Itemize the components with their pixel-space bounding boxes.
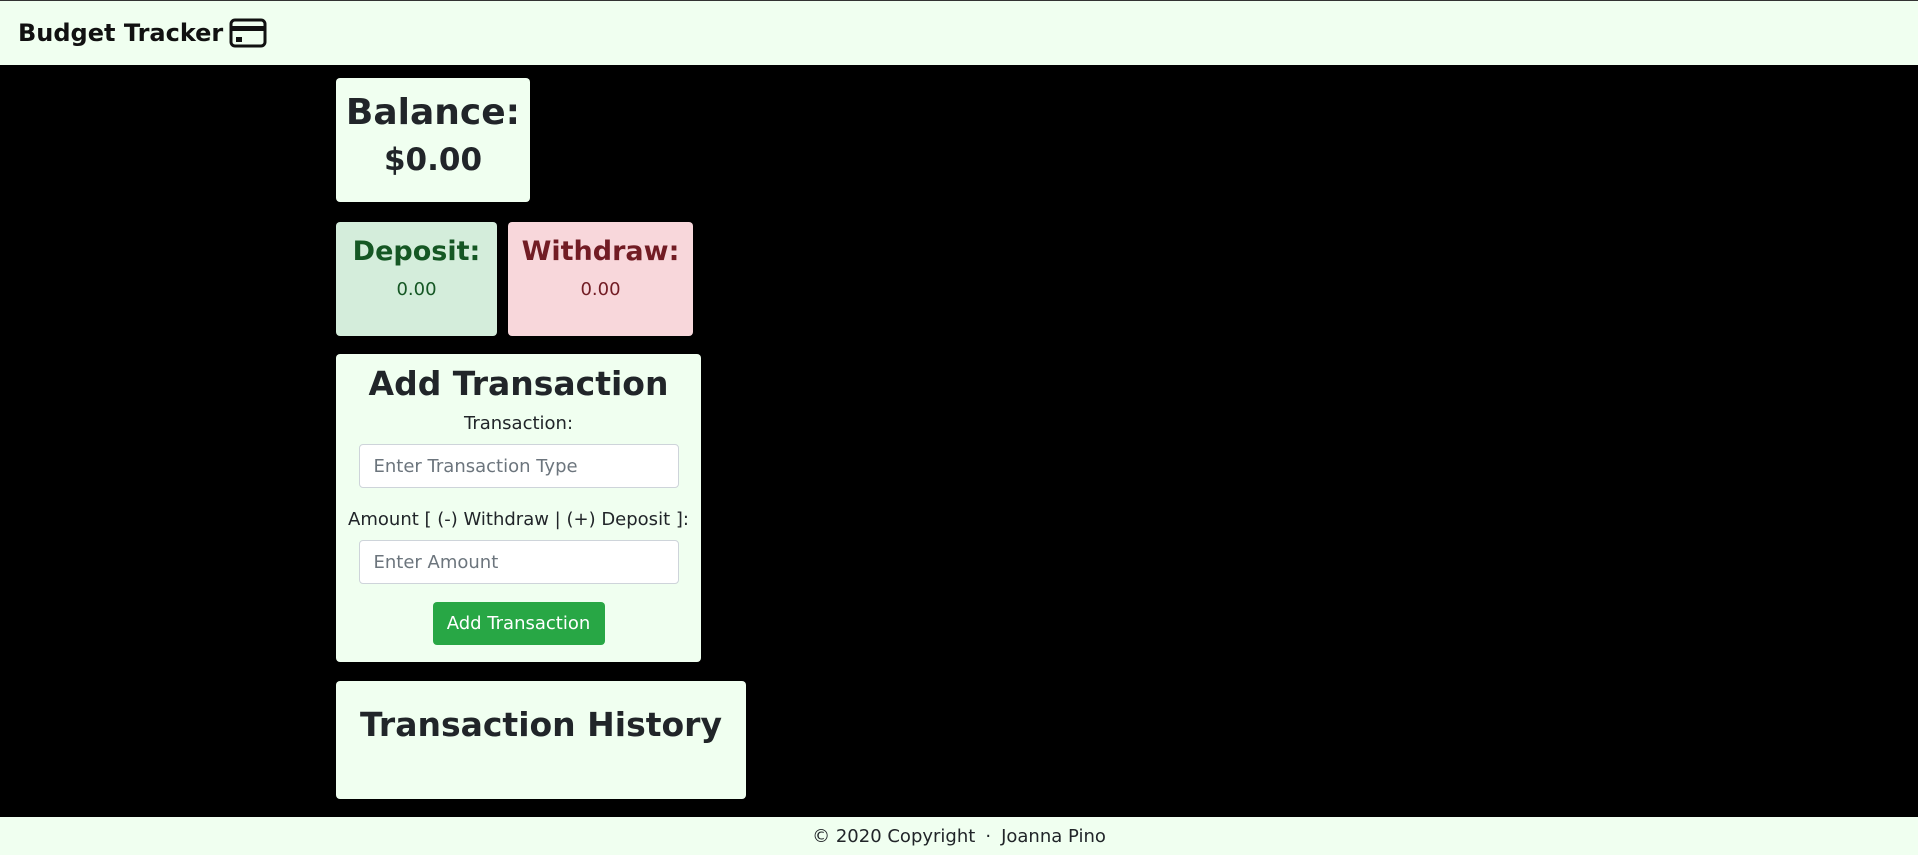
withdraw-card: Withdraw: 0.00 bbox=[508, 222, 693, 336]
withdraw-value: 0.00 bbox=[580, 279, 621, 300]
transaction-label: Transaction: bbox=[463, 413, 574, 434]
balance-label: Balance: bbox=[345, 92, 521, 133]
transaction-history-card: Transaction History bbox=[336, 681, 746, 799]
withdraw-label: Withdraw: bbox=[521, 236, 680, 267]
amount-label: Amount [ (-) Withdraw | (+) Deposit ]: bbox=[348, 509, 689, 530]
brand-title[interactable]: Budget Tracker bbox=[18, 19, 223, 47]
credit-card-icon bbox=[229, 18, 267, 48]
balance-value: $0.00 bbox=[383, 142, 483, 178]
add-transaction-title: Add Transaction bbox=[368, 364, 669, 403]
footer: © 2020 Copyright · Joanna Pino bbox=[0, 817, 1918, 855]
footer-copyright: © 2020 Copyright bbox=[812, 825, 976, 847]
deposit-card: Deposit: 0.00 bbox=[336, 222, 497, 336]
deposit-value: 0.00 bbox=[396, 279, 437, 300]
navbar: Budget Tracker bbox=[0, 0, 1918, 65]
footer-author: Joanna Pino bbox=[1001, 825, 1106, 847]
transaction-type-input[interactable] bbox=[358, 444, 679, 488]
main-content: Balance: $0.00 Deposit: 0.00 Withdraw: 0… bbox=[0, 65, 1918, 817]
add-transaction-card: Add Transaction Transaction: Amount [ (-… bbox=[336, 354, 701, 662]
amount-input[interactable] bbox=[358, 540, 679, 584]
transaction-history-title: Transaction History bbox=[360, 705, 722, 744]
deposit-label: Deposit: bbox=[352, 236, 481, 267]
balance-card: Balance: $0.00 bbox=[336, 78, 530, 202]
add-transaction-button[interactable]: Add Transaction bbox=[432, 602, 605, 645]
footer-separator: · bbox=[985, 825, 992, 847]
brand[interactable]: Budget Tracker bbox=[18, 18, 267, 48]
